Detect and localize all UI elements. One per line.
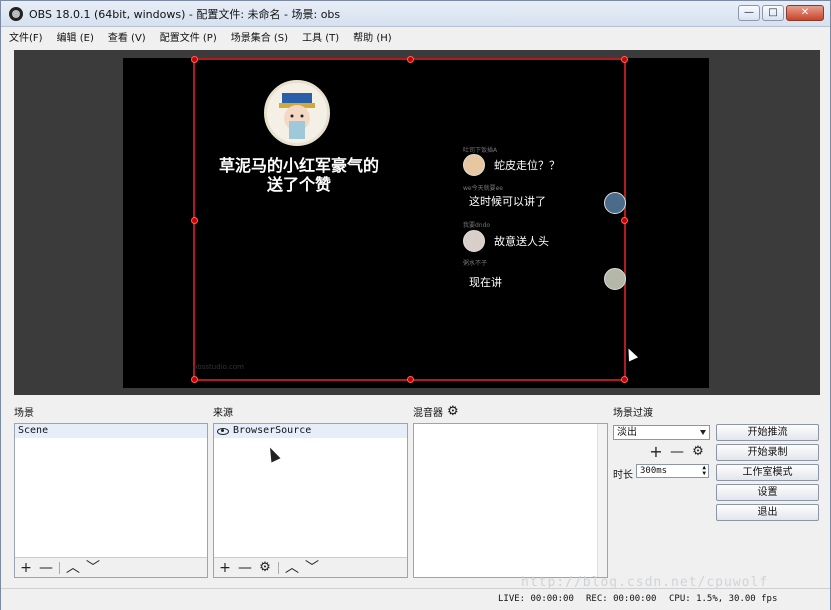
sources-title-text: 来源 (213, 408, 233, 419)
resize-handle[interactable] (621, 217, 628, 224)
status-bar: LIVE: 00:00:00 REC: 00:00:00 CPU: 1.5%, … (1, 588, 830, 610)
remove-icon[interactable]: — (670, 445, 684, 459)
scenes-dock-title: 场景 (14, 404, 34, 419)
menu-view[interactable]: 查看 (V) (108, 29, 146, 44)
chat-username: 粥水不子 (463, 260, 488, 267)
chat-text: 现在讲 (469, 276, 502, 289)
sources-panel: BrowserSource + — ⚙ ︿ ﹀ (213, 423, 408, 578)
cpu-status: CPU: 1.5%, 30.00 fps (669, 594, 778, 604)
preview-watermark: obsstudio.com (193, 363, 244, 371)
menu-tools[interactable]: 工具 (T) (302, 29, 339, 44)
menu-help[interactable]: 帮助 (H) (353, 29, 392, 44)
chat-text: 蛇皮走位？？ (494, 159, 560, 172)
mixer-dock-title: 混音器 ⚙ (413, 404, 459, 419)
move-up-icon[interactable]: ︿ (285, 561, 299, 575)
resize-handle[interactable] (621, 56, 628, 63)
window-title: OBS 18.0.1 (64bit, windows) - 配置文件: 未命名 … (29, 7, 341, 21)
menu-bar: 文件(F) 编辑 (E) 查看 (V) 配置文件 (P) 场景集合 (S) 工具… (1, 27, 830, 45)
chat-message: 现在讲 (469, 274, 502, 290)
resize-handle[interactable] (191, 376, 198, 383)
live-status: LIVE: 00:00:00 (498, 594, 574, 604)
transitions-dock-title: 场景过渡 (613, 404, 653, 419)
gear-icon[interactable]: ⚙ (258, 560, 272, 575)
add-icon[interactable]: + (19, 561, 33, 575)
rec-status: REC: 00:00:00 (586, 594, 657, 604)
window-controls: — □ ✕ (738, 5, 824, 21)
duration-spinbox[interactable]: 300ms ▲ ▼ (636, 464, 709, 478)
mixer-scrollbar[interactable] (597, 424, 607, 577)
transitions-title-text: 场景过渡 (613, 408, 653, 419)
source-list-item[interactable]: BrowserSource (214, 424, 407, 438)
minimize-button[interactable]: — (738, 5, 760, 21)
scenes-toolbar: + — ︿ ﹀ (15, 557, 207, 577)
scenes-title-text: 场景 (14, 408, 34, 419)
preview-canvas[interactable]: 草泥马的小红军豪气的 送了个赞 吐司下饭插A 蛇皮走位？？ we今天就要ee 这… (123, 56, 709, 388)
eye-pupil (221, 428, 224, 432)
chat-message: 蛇皮走位？？ (463, 154, 560, 176)
start-recording-button[interactable]: 开始录制 (716, 444, 819, 461)
exit-button[interactable]: 退出 (716, 504, 819, 521)
resize-handle[interactable] (191, 56, 198, 63)
gear-icon[interactable]: ⚙ (447, 404, 459, 419)
chat-avatar (604, 268, 626, 290)
move-down-icon[interactable]: ﹀ (86, 561, 100, 575)
chevron-down-icon (700, 430, 706, 435)
remove-icon[interactable]: — (39, 561, 53, 575)
move-down-icon[interactable]: ﹀ (305, 561, 319, 575)
mixer-title-text: 混音器 (413, 408, 443, 419)
source-bounding-box[interactable] (191, 56, 628, 383)
menu-edit[interactable]: 编辑 (E) (57, 29, 94, 44)
duration-value: 300ms (640, 466, 668, 476)
close-button[interactable]: ✕ (786, 5, 824, 21)
add-icon[interactable]: + (649, 444, 663, 460)
add-icon[interactable]: + (218, 561, 232, 575)
toolbar-divider (59, 561, 60, 574)
settings-button[interactable]: 设置 (716, 484, 819, 501)
gift-message: 草泥马的小红军豪气的 送了个赞 (218, 156, 379, 194)
duration-label: 时长 (613, 470, 633, 481)
source-name: BrowserSource (233, 425, 312, 436)
menu-profile[interactable]: 配置文件 (P) (160, 29, 217, 44)
remove-icon[interactable]: — (238, 561, 252, 575)
toolbar-divider (278, 561, 279, 574)
title-bar: OBS 18.0.1 (64bit, windows) - 配置文件: 未命名 … (1, 1, 830, 27)
chat-avatar (463, 154, 485, 176)
move-up-icon[interactable]: ︿ (66, 561, 80, 575)
mixer-panel (413, 423, 608, 578)
eye-icon[interactable] (217, 427, 229, 435)
start-streaming-button[interactable]: 开始推流 (716, 424, 819, 441)
transition-selected: 淡出 (617, 427, 637, 438)
resize-handle[interactable] (407, 56, 414, 63)
chat-message: 故意送人头 (463, 230, 549, 252)
sources-toolbar: + — ⚙ ︿ ﹀ (214, 557, 407, 577)
obs-main-window: OBS 18.0.1 (64bit, windows) - 配置文件: 未命名 … (0, 0, 831, 610)
chat-username: we今天就要ee (463, 185, 503, 192)
scenes-panel: Scene + — ︿ ﹀ (14, 423, 208, 578)
chat-text: 这时候可以讲了 (469, 195, 546, 208)
chat-username: 吐司下饭插A (463, 147, 498, 154)
gift-avatar (264, 80, 330, 146)
chat-username: 我要dndo (463, 222, 491, 229)
gear-icon[interactable]: ⚙ (691, 445, 705, 459)
transition-select[interactable]: 淡出 (613, 425, 710, 440)
chat-avatar (463, 230, 485, 252)
maximize-button[interactable]: □ (762, 5, 784, 21)
chat-message: 这时候可以讲了 (469, 193, 546, 209)
preview-area[interactable]: 草泥马的小红军豪气的 送了个赞 吐司下饭插A 蛇皮走位？？ we今天就要ee 这… (14, 50, 820, 395)
resize-handle[interactable] (191, 217, 198, 224)
chat-avatar (604, 192, 626, 214)
scene-list-item[interactable]: Scene (15, 424, 207, 438)
resize-handle[interactable] (407, 376, 414, 383)
spin-arrows-icon[interactable]: ▲ ▼ (702, 465, 706, 477)
chat-text: 故意送人头 (494, 235, 549, 248)
obs-logo-icon (9, 6, 23, 21)
resize-handle[interactable] (621, 376, 628, 383)
menu-scene-collection[interactable]: 场景集合 (S) (231, 29, 288, 44)
mouse-pointer-icon (623, 346, 639, 362)
menu-file[interactable]: 文件(F) (9, 29, 43, 44)
studio-mode-button[interactable]: 工作室模式 (716, 464, 819, 481)
sources-dock-title: 来源 (213, 404, 233, 419)
